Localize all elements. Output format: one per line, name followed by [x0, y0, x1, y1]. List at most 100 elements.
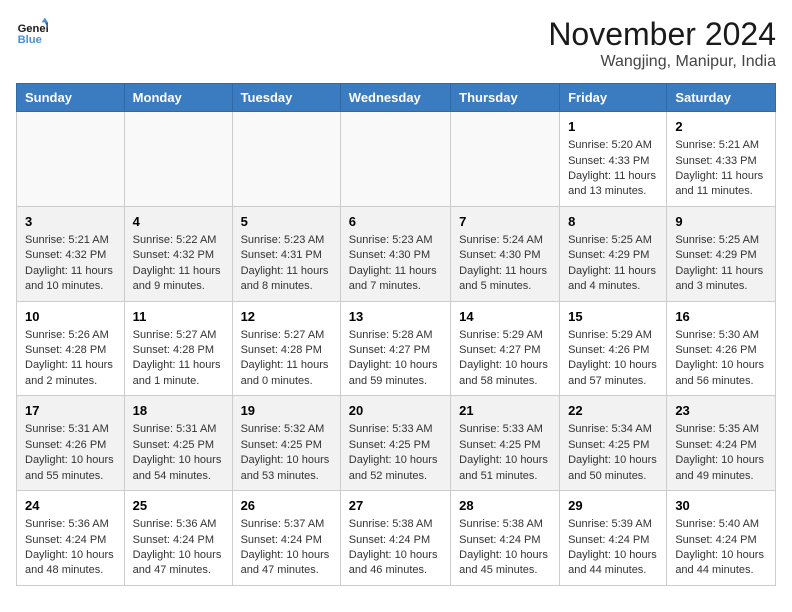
cell-text: Sunrise: 5:20 AM — [568, 138, 658, 153]
calendar-cell: 13Sunrise: 5:28 AMSunset: 4:27 PMDayligh… — [340, 301, 450, 396]
calendar-cell: 1 Sunrise: 5:20 AMSunset: 4:33 PMDaylight… — [560, 112, 667, 207]
cell-text: Daylight: 10 hours and 47 minutes. — [241, 548, 332, 579]
cell-text: Sunrise: 5:30 AM — [675, 328, 767, 343]
cell-text: Sunrise: 5:36 AM — [25, 517, 116, 532]
cell-text: Sunset: 4:25 PM — [349, 438, 442, 453]
calendar-cell: 7Sunrise: 5:24 AMSunset: 4:30 PMDaylight… — [451, 206, 560, 301]
cell-text: Daylight: 10 hours and 53 minutes. — [241, 453, 332, 484]
cell-text: Sunrise: 5:29 AM — [568, 328, 658, 343]
calendar-cell: 20 Sunrise: 5:33 AMSunset: 4:25 PMDayligh… — [340, 396, 450, 491]
weekday-header-saturday: Saturday — [667, 84, 776, 112]
cell-text: Sunrise: 5:24 AM — [459, 233, 551, 248]
cell-text: Sunset: 4:26 PM — [25, 438, 116, 453]
title-section: November 2024 Wangjing, Manipur, India — [548, 16, 776, 71]
cell-text: Sunset: 4:25 PM — [241, 438, 332, 453]
cell-text: Sunset: 4:29 PM — [675, 248, 767, 263]
cell-text: Daylight: 11 hours and 13 minutes. — [568, 169, 658, 200]
calendar-cell: 9Sunrise: 5:25 AMSunset: 4:29 PMDaylight… — [667, 206, 776, 301]
day-number: 24 — [25, 497, 116, 515]
calendar-cell: 15Sunrise: 5:29 AMSunset: 4:26 PMDayligh… — [560, 301, 667, 396]
calendar-cell: 4Sunrise: 5:22 AMSunset: 4:32 PMDaylight… — [124, 206, 232, 301]
calendar-cell: 5Sunrise: 5:23 AMSunset: 4:31 PMDaylight… — [232, 206, 340, 301]
calendar-cell: 12Sunrise: 5:27 AMSunset: 4:28 PMDayligh… — [232, 301, 340, 396]
cell-text: Sunrise: 5:26 AM — [25, 328, 116, 343]
location-title: Wangjing, Manipur, India — [548, 53, 776, 71]
week-row-5: 24Sunrise: 5:36 AMSunset: 4:24 PMDayligh… — [17, 491, 776, 586]
week-row-3: 10 Sunrise: 5:26 AMSunset: 4:28 PM Dayligh… — [17, 301, 776, 396]
cell-text: Sunset: 4:24 PM — [25, 533, 116, 548]
weekday-header-wednesday: Wednesday — [340, 84, 450, 112]
calendar-cell: 23Sunrise: 5:35 AMSunset: 4:24 PMDayligh… — [667, 396, 776, 491]
calendar-cell — [232, 112, 340, 207]
calendar-cell: 6Sunrise: 5:23 AMSunset: 4:30 PMDaylight… — [340, 206, 450, 301]
cell-text: Daylight: 10 hours and 45 minutes. — [459, 548, 551, 579]
cell-text: Sunset: 4:28 PM — [25, 343, 116, 358]
cell-text: Daylight: 10 hours and 44 minutes. — [675, 548, 767, 579]
cell-text: Sunset: 4:24 PM — [349, 533, 442, 548]
cell-text: Sunset: 4:25 PM — [568, 438, 658, 453]
week-row-4: 17 Sunrise: 5:31 AMSunset: 4:26 PM Dayligh… — [17, 396, 776, 491]
cell-text: Sunset: 4:26 PM — [568, 343, 658, 358]
calendar-cell: 10Sunrise: 5:26 AMSunset: 4:28 PMDayligh… — [17, 301, 125, 396]
cell-text: Sunrise: 5:27 AM — [133, 328, 224, 343]
cell-text: Sunset: 4:24 PM — [568, 533, 658, 548]
day-number: 9 — [675, 213, 767, 231]
cell-text: Daylight: 10 hours and 52 minutes. — [349, 453, 442, 484]
cell-text: Sunrise: 5:25 AM — [675, 233, 767, 248]
cell-text: Sunset: 4:33 PM — [568, 154, 658, 169]
day-number: 27 — [349, 497, 442, 515]
cell-text: Daylight: 10 hours and 54 minutes. — [133, 453, 224, 484]
cell-text: Daylight: 11 hours and 1 minute. — [133, 358, 224, 389]
day-number: 25 — [133, 497, 224, 515]
calendar-cell: 29 Sunrise: 5:39 AMSunset: 4:24 PMDayligh… — [560, 491, 667, 586]
day-number: 22 — [568, 402, 658, 420]
cell-text: Daylight: 10 hours and 48 minutes. — [25, 548, 116, 579]
cell-text: Sunset: 4:25 PM — [133, 438, 224, 453]
day-number: 21 — [459, 402, 551, 420]
calendar-cell: 18Sunrise: 5:31 AMSunset: 4:25 PMDayligh… — [124, 396, 232, 491]
cell-text: Daylight: 10 hours and 57 minutes. — [568, 358, 658, 389]
cell-text: Sunset: 4:24 PM — [241, 533, 332, 548]
cell-text: Sunset: 4:27 PM — [349, 343, 442, 358]
cell-text: Sunset: 4:24 PM — [459, 533, 551, 548]
cell-text: Daylight: 10 hours and 50 minutes. — [568, 453, 658, 484]
cell-text: Sunrise: 5:27 AM — [241, 328, 332, 343]
cell-text: Daylight: 10 hours and 44 minutes. — [568, 548, 658, 579]
cell-text: Sunrise: 5:39 AM — [568, 517, 658, 532]
weekday-header-monday: Monday — [124, 84, 232, 112]
day-number: 26 — [241, 497, 332, 515]
day-number: 10 — [25, 308, 116, 326]
day-number: 7 — [459, 213, 551, 231]
cell-text: Daylight: 10 hours and 49 minutes. — [675, 453, 767, 484]
cell-text: Sunrise: 5:33 AM — [349, 422, 442, 437]
day-number: 14 — [459, 308, 551, 326]
cell-text: Sunrise: 5:22 AM — [133, 233, 224, 248]
day-number: 4 — [133, 213, 224, 231]
day-number: 20 — [349, 402, 442, 420]
calendar-cell: 14Sunrise: 5:29 AMSunset: 4:27 PMDayligh… — [451, 301, 560, 396]
cell-text: Sunset: 4:31 PM — [241, 248, 332, 263]
weekday-header-sunday: Sunday — [17, 84, 125, 112]
day-number: 12 — [241, 308, 332, 326]
day-number: 19 — [241, 402, 332, 420]
cell-text: Sunrise: 5:31 AM — [25, 422, 116, 437]
calendar-cell: 27Sunrise: 5:38 AMSunset: 4:24 PMDayligh… — [340, 491, 450, 586]
day-number: 5 — [241, 213, 332, 231]
cell-text: Sunset: 4:24 PM — [675, 438, 767, 453]
cell-text: Sunrise: 5:23 AM — [349, 233, 442, 248]
day-number: 1 — [568, 118, 658, 136]
day-number: 29 — [568, 497, 658, 515]
calendar-cell: 2Sunrise: 5:21 AMSunset: 4:33 PMDaylight… — [667, 112, 776, 207]
cell-text: Sunset: 4:30 PM — [349, 248, 442, 263]
weekday-header-thursday: Thursday — [451, 84, 560, 112]
calendar-cell — [124, 112, 232, 207]
day-number: 23 — [675, 402, 767, 420]
cell-text: Daylight: 11 hours and 8 minutes. — [241, 264, 332, 295]
calendar-cell: 30Sunrise: 5:40 AMSunset: 4:24 PMDayligh… — [667, 491, 776, 586]
day-number: 17 — [25, 402, 116, 420]
calendar-cell: 8Sunrise: 5:25 AMSunset: 4:29 PMDaylight… — [560, 206, 667, 301]
day-number: 11 — [133, 308, 224, 326]
week-row-1: 1 Sunrise: 5:20 AMSunset: 4:33 PMDaylight… — [17, 112, 776, 207]
day-number: 8 — [568, 213, 658, 231]
calendar-cell — [17, 112, 125, 207]
